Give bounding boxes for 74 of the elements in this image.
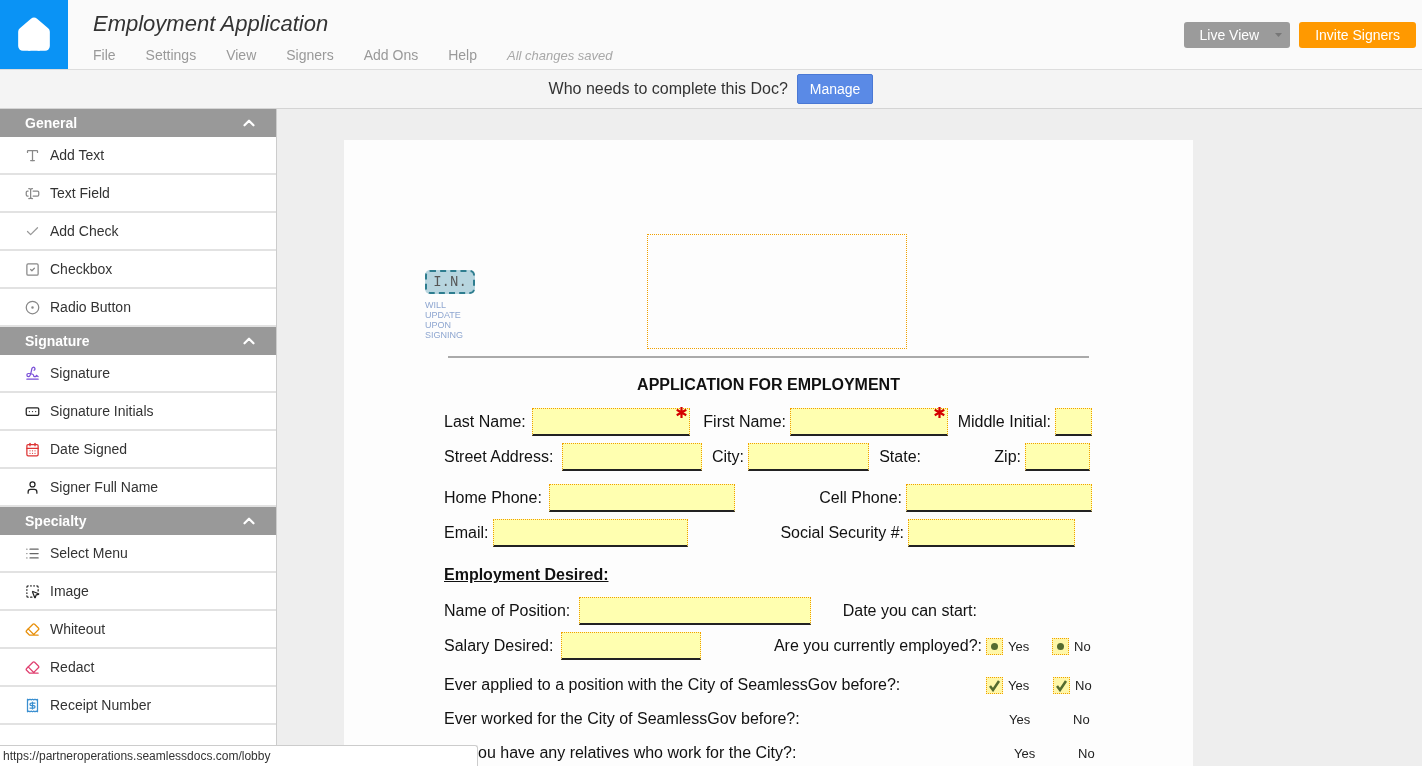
field-label: Salary Desired: <box>444 637 554 655</box>
input-field[interactable] <box>549 484 735 512</box>
dot-icon <box>1057 642 1064 650</box>
form-heading: APPLICATION FOR EMPLOYMENT <box>636 376 901 395</box>
checkbox-icon <box>25 261 40 277</box>
asterisk-icon <box>676 407 687 418</box>
input-field[interactable] <box>493 519 688 547</box>
text-icon <box>25 147 40 163</box>
dot-icon <box>991 642 998 650</box>
field-label: Last Name: <box>444 413 526 431</box>
initials-badge[interactable]: I.N. <box>425 270 475 294</box>
section-heading: Employment Desired: <box>444 566 610 584</box>
check-icon <box>988 678 1001 692</box>
section-title: General <box>25 115 78 131</box>
input-field[interactable] <box>906 484 1092 512</box>
asterisk-icon <box>934 407 945 418</box>
field-label: Are you currently employed?: <box>773 637 983 655</box>
checkbox[interactable] <box>986 676 1003 694</box>
input-field[interactable] <box>790 408 948 436</box>
input-field[interactable] <box>579 597 811 625</box>
signers-question: Who needs to complete this Doc? <box>548 80 788 98</box>
eraser-icon <box>25 621 40 637</box>
save-status: All changes saved <box>507 47 613 63</box>
section-title: Specialty <box>25 513 87 529</box>
field-label: Cell Phone: <box>819 489 903 507</box>
option-label: No <box>1074 638 1091 654</box>
field-label: Street Address: <box>444 448 554 466</box>
option-label: Yes <box>1014 745 1036 761</box>
option-label: No <box>1075 677 1092 693</box>
selection-icon <box>25 583 40 599</box>
calendar-icon <box>25 441 40 457</box>
home-icon <box>15 15 53 54</box>
receipt-icon <box>25 697 40 713</box>
field-label: First Name: <box>703 413 787 431</box>
field-label: Ever worked for the City of SeamlessGov before?: <box>444 710 800 728</box>
caret-icon <box>1275 33 1283 37</box>
field-label: Name of Position: <box>444 602 571 620</box>
radio-button[interactable] <box>1052 637 1069 655</box>
field-label: City: <box>712 448 745 466</box>
document-title: Employment Application <box>93 11 330 38</box>
checkbox[interactable] <box>1053 676 1070 694</box>
option-label: Yes <box>1009 711 1031 727</box>
eraser-icon <box>25 659 40 675</box>
field-label: Ever applied to a position with the City of SeamlessGov before?: <box>444 676 901 694</box>
radio-icon <box>25 299 40 315</box>
field-label: Email: <box>444 524 489 542</box>
input-field[interactable] <box>1055 408 1092 436</box>
check-icon <box>1055 678 1068 692</box>
status-url: https://partneroperations.seamlessdocs.com/lobby <box>0 745 478 766</box>
section-title: Signature <box>25 333 90 349</box>
input-field[interactable] <box>1025 443 1090 471</box>
input-field[interactable] <box>562 443 702 471</box>
initials-note: WILL UPDATE UPON SIGNING <box>425 300 464 340</box>
field-label: Date you can start: <box>842 602 978 620</box>
option-label: No <box>1073 711 1090 727</box>
field-label: ou have any relatives who work for the City?: <box>478 744 797 762</box>
input-field[interactable] <box>748 443 869 471</box>
input-field[interactable] <box>532 408 690 436</box>
person-icon <box>25 479 40 495</box>
field-label: State: <box>879 448 922 466</box>
field-label: Zip: <box>994 448 1022 466</box>
signature-icon <box>25 365 40 381</box>
option-label: Yes <box>1008 677 1030 693</box>
text-field-icon <box>25 185 40 201</box>
radio-button[interactable] <box>986 637 1003 655</box>
list-icon <box>25 545 40 561</box>
option-label: Yes <box>1008 638 1030 654</box>
input-field[interactable] <box>908 519 1075 547</box>
field-label: Middle Initial: <box>957 413 1052 431</box>
option-label: No <box>1078 745 1095 761</box>
field-label: Social Security #: <box>780 524 905 542</box>
input-field[interactable] <box>561 632 701 660</box>
field-label: Home Phone: <box>444 489 542 507</box>
home-button[interactable] <box>0 0 68 69</box>
